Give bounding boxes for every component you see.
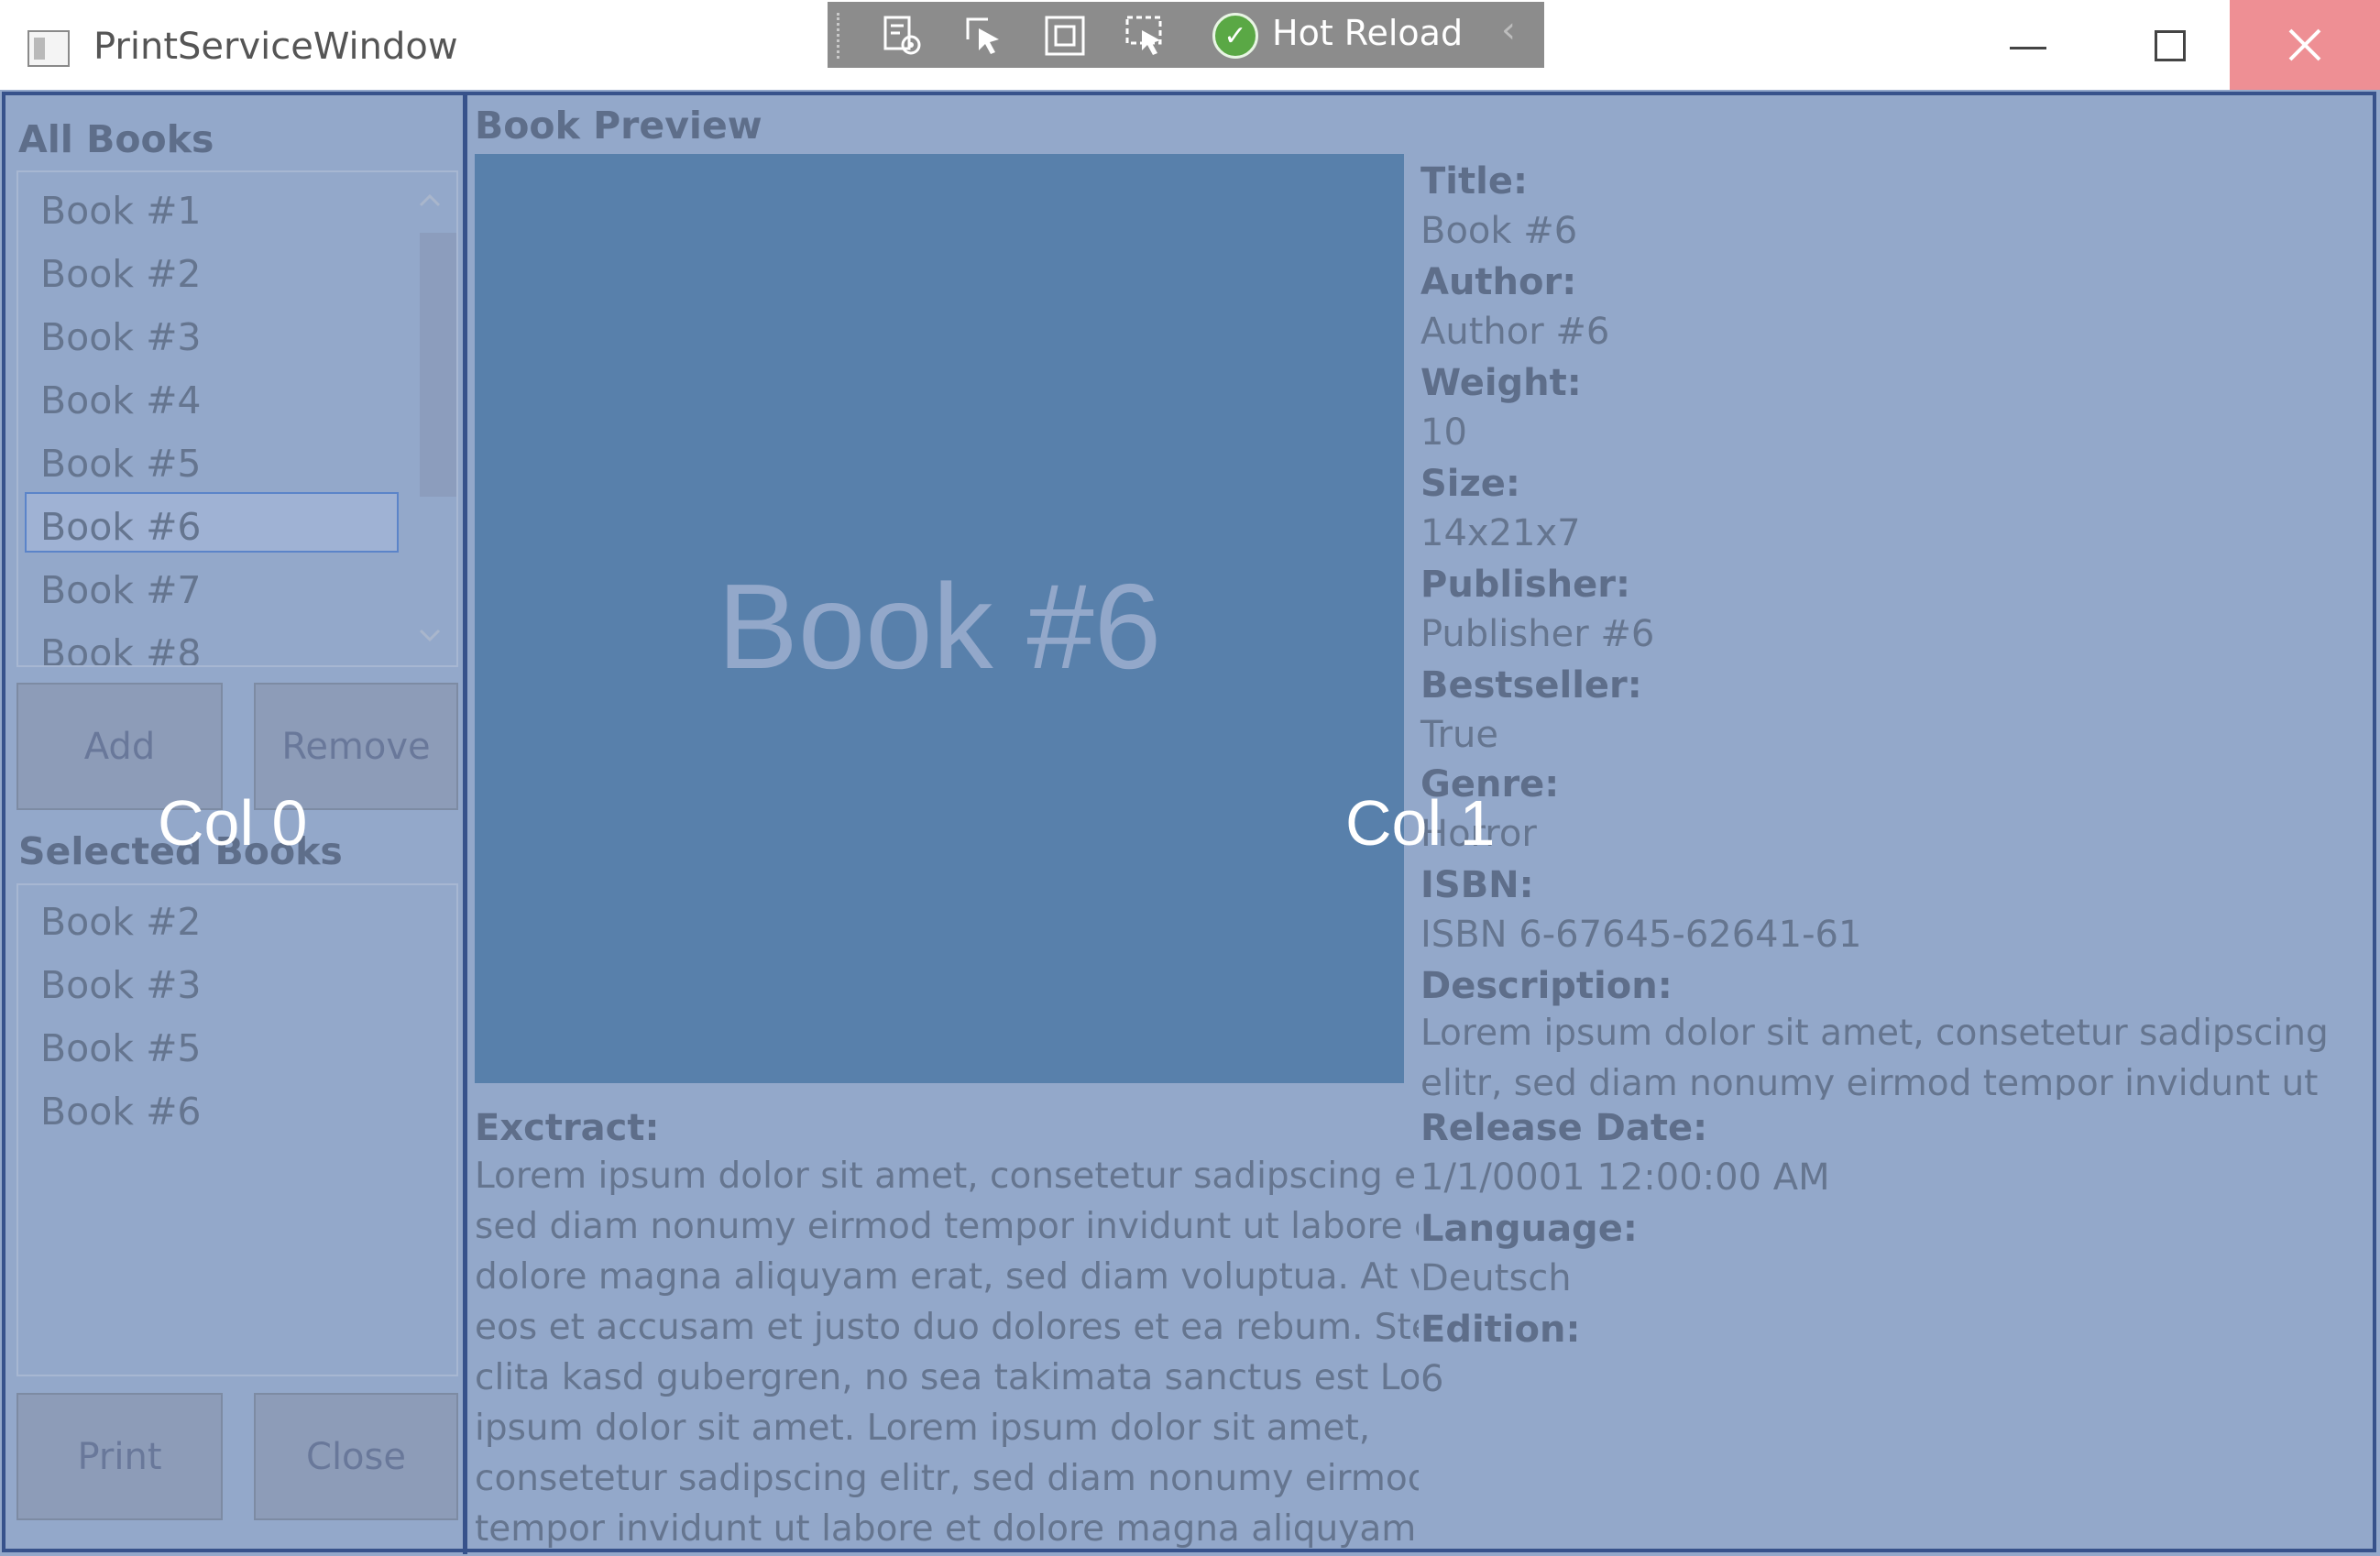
print-button[interactable]: Print [16, 1393, 223, 1520]
release-date-value: 1/1/0001 12:00:00 AM [1420, 1156, 1830, 1199]
list-item[interactable]: Book #8 [40, 631, 202, 665]
size-label: Size: [1420, 463, 1520, 505]
list-item[interactable]: Book #4 [40, 378, 202, 422]
size-value: 14x21x7 [1420, 512, 1581, 554]
extract-box: Lorem ipsum dolor sit amet, consetetur s… [475, 1151, 1419, 1552]
scroll-down-icon[interactable] [414, 619, 445, 651]
language-label: Language: [1420, 1208, 1638, 1250]
close-button[interactable]: Close [254, 1393, 458, 1520]
cover-title: Book #6 [717, 559, 1162, 694]
language-value: Deutsch [1420, 1257, 1572, 1299]
title-label: Title: [1420, 160, 1528, 203]
bestseller-label: Bestseller: [1420, 664, 1642, 707]
extract-line: dolore magna aliquyam erat, sed diam vol… [475, 1256, 1419, 1298]
app-icon [27, 30, 70, 67]
selected-books-list[interactable]: Book #2 Book #3 Book #5 Book #6 [16, 883, 458, 1376]
list-item[interactable]: Book #5 [40, 1026, 202, 1070]
edition-value: 6 [1420, 1358, 1444, 1400]
book-preview-header: Book Preview [475, 104, 762, 148]
track-focused-element-icon[interactable] [1117, 11, 1174, 60]
scrollbar-thumb[interactable] [420, 233, 456, 497]
extract-line: ipsum dolor sit amet. Lorem ipsum dolor … [475, 1408, 1371, 1449]
maximize-button[interactable] [2111, 0, 2231, 90]
list-item[interactable]: Book #2 [40, 252, 202, 296]
list-item[interactable]: Book #3 [40, 963, 202, 1007]
extract-line: Lorem ipsum dolor sit amet, consetetur s… [475, 1156, 1419, 1197]
list-item[interactable]: Book #5 [40, 442, 202, 486]
select-element-icon[interactable] [956, 11, 1013, 60]
column-divider [463, 92, 467, 1554]
hot-reload-label[interactable]: Hot Reload [1272, 13, 1463, 53]
extract-line: clita kasd gubergren, no sea takimata sa… [475, 1357, 1419, 1398]
publisher-label: Publisher: [1420, 564, 1630, 606]
description-text: Lorem ipsum dolor sit amet, consetetur s… [1420, 1013, 2329, 1100]
list-item[interactable]: Book #1 [40, 189, 202, 233]
minimize-button[interactable] [1970, 0, 2089, 90]
book-cover-image: Book #6 [475, 154, 1404, 1083]
toolbar-grip[interactable] [837, 13, 849, 59]
author-label: Author: [1420, 261, 1577, 303]
select-visual-tree-icon[interactable] [875, 11, 932, 60]
extract-line: sed diam nonumy eirmod tempor invidunt u… [475, 1206, 1419, 1247]
description-label: Description: [1420, 965, 1673, 1007]
hot-reload-check-icon[interactable]: ✓ [1212, 13, 1258, 59]
col1-overlay-label: Col 1 [1345, 787, 1496, 859]
release-date-label: Release Date: [1420, 1107, 1708, 1149]
extract-line: tempor invidunt ut labore et dolore magn… [475, 1508, 1417, 1550]
weight-value: 10 [1420, 411, 1467, 454]
description-box: Lorem ipsum dolor sit amet, consetetur s… [1420, 1008, 2374, 1100]
extract-line: eos et accusam et justo duo dolores et e… [475, 1307, 1419, 1348]
list-item[interactable]: Book #7 [40, 568, 202, 612]
extract-line: consetetur sadipscing elitr, sed diam no… [475, 1458, 1419, 1499]
isbn-label: ISBN: [1420, 864, 1534, 906]
isbn-value: ISBN 6-67645-62641-61 [1420, 914, 1862, 956]
list-item[interactable]: Book #3 [40, 315, 202, 359]
window-title: PrintServiceWindow [93, 26, 458, 68]
title-value: Book #6 [1420, 210, 1578, 252]
list-item[interactable]: Book #2 [40, 900, 202, 944]
list-item-selected[interactable]: Book #6 [40, 505, 202, 549]
scroll-up-icon[interactable] [414, 185, 445, 216]
all-books-header: All Books [18, 117, 214, 161]
vertical-scrollbar[interactable] [401, 172, 456, 665]
author-value: Author #6 [1420, 311, 1610, 353]
close-icon [2288, 28, 2321, 61]
all-books-list[interactable]: Book #1 Book #2 Book #3 Book #4 Book #5 … [16, 170, 458, 667]
xaml-debug-toolbar: ✓ Hot Reload ‹ [828, 2, 1544, 68]
publisher-value: Publisher #6 [1420, 613, 1655, 655]
display-layout-adorners-icon[interactable] [1036, 11, 1093, 60]
bestseller-value: True [1420, 714, 1498, 756]
list-item[interactable]: Book #6 [40, 1090, 202, 1134]
edition-label: Edition: [1420, 1309, 1581, 1351]
collapse-toolbar-icon[interactable]: ‹ [1501, 9, 1516, 51]
weight-label: Weight: [1420, 362, 1582, 404]
extract-label: Exctract: [475, 1107, 660, 1149]
window-close-button[interactable] [2230, 0, 2380, 90]
col0-overlay-label: Col 0 [158, 787, 308, 859]
